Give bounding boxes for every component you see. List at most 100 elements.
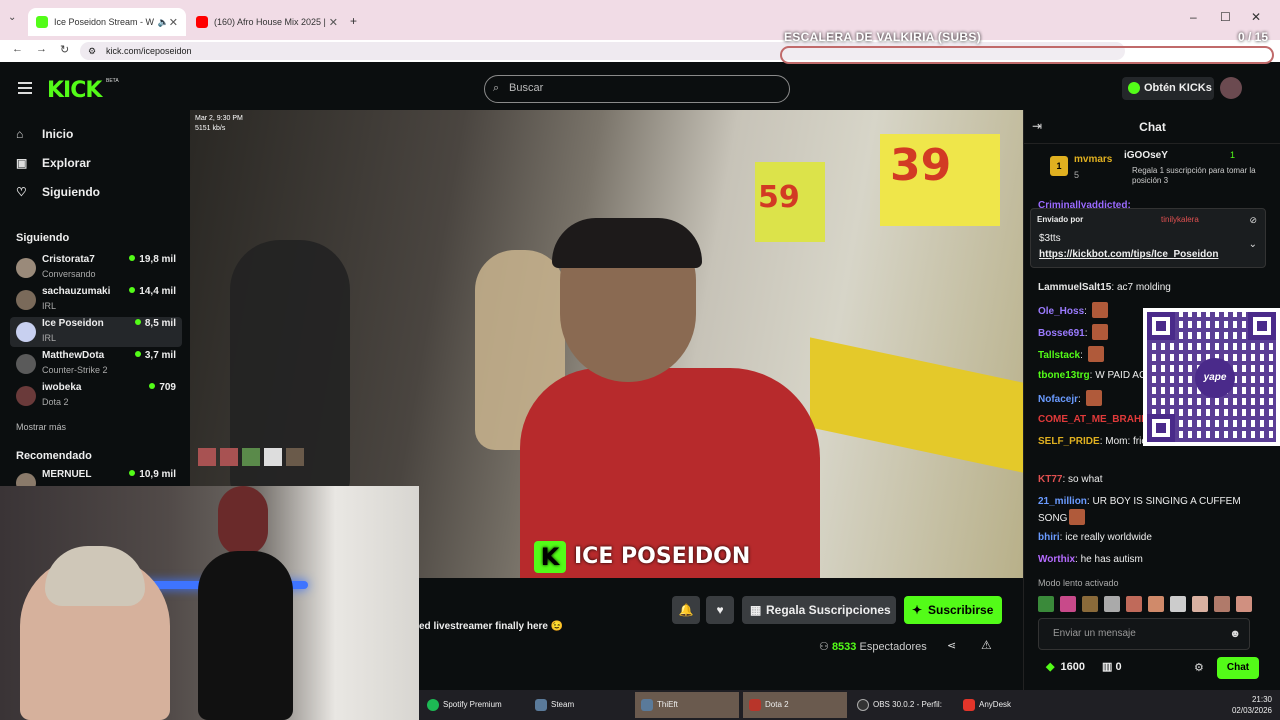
forward-icon[interactable]: → bbox=[36, 43, 47, 55]
channel-category: Conversando bbox=[42, 269, 96, 279]
top-gifter-name[interactable]: mvmars bbox=[1074, 154, 1112, 165]
subscribe-button[interactable]: ✦ Suscribirse bbox=[904, 596, 1002, 624]
taskbar-item-steam[interactable]: Steam bbox=[529, 692, 633, 718]
emote-icon bbox=[1091, 302, 1108, 318]
chat-username[interactable]: Tallstack bbox=[1038, 350, 1080, 361]
channel-item[interactable]: MatthewDota Counter-Strike 2 3,7 mil bbox=[10, 349, 182, 379]
os-taskbar: Spotify Premium Steam ThiEft Dota 2 OBS … bbox=[419, 690, 1280, 720]
hide-pin-icon[interactable]: ⊘ bbox=[1249, 215, 1257, 226]
emote-icon[interactable] bbox=[1236, 596, 1252, 612]
channel-item-selected[interactable]: Ice Poseidon IRL 8,5 mil bbox=[10, 317, 182, 347]
minimize-button[interactable]: – bbox=[1190, 10, 1197, 24]
chat-title: Chat bbox=[1139, 120, 1166, 134]
back-icon[interactable]: ← bbox=[12, 43, 23, 55]
avatar bbox=[16, 473, 36, 486]
tab-search-icon[interactable]: ⌄ bbox=[8, 12, 16, 23]
emote-icon[interactable] bbox=[1148, 596, 1164, 612]
system-clock[interactable]: 21:30 02/03/2026 bbox=[1232, 694, 1272, 716]
tab-close-icon[interactable]: ✕ bbox=[169, 16, 178, 29]
kick-logo[interactable]: KICK bbox=[47, 78, 102, 103]
emote-icon[interactable] bbox=[1060, 596, 1076, 612]
tab-youtube[interactable]: (160) Afro House Mix 2025 | Ur ✕ bbox=[188, 8, 346, 36]
home-icon: ⌂ bbox=[16, 127, 24, 141]
emote-icon bbox=[1092, 324, 1109, 340]
channel-item[interactable]: sachauzumaki IRL 14,4 mil bbox=[10, 285, 182, 315]
channel-category: Counter-Strike 2 bbox=[42, 365, 108, 375]
url-text: kick.com/iceposeidon bbox=[106, 46, 192, 56]
reload-icon[interactable]: ↻ bbox=[60, 43, 69, 56]
taskbar-item-thieft[interactable]: ThiEft bbox=[635, 692, 739, 718]
user-avatar[interactable] bbox=[1220, 77, 1242, 99]
chevron-down-icon[interactable]: ⌄ bbox=[1249, 239, 1257, 250]
chat-username[interactable]: 21_million bbox=[1038, 496, 1087, 507]
emote-icon[interactable] bbox=[1038, 596, 1054, 612]
channel-item[interactable]: Cristorata7 Conversando 19,8 mil bbox=[10, 253, 182, 283]
share-icon[interactable]: ⋖ bbox=[947, 639, 956, 652]
nav-home[interactable]: ⌂ Inicio bbox=[16, 124, 73, 144]
channel-item[interactable]: iwobeka Dota 2 709 bbox=[10, 381, 182, 411]
heart-icon: ♡ bbox=[16, 185, 27, 199]
chat-username[interactable]: bhiri bbox=[1038, 532, 1060, 543]
chat-username[interactable]: Ole_Hoss bbox=[1038, 306, 1084, 317]
show-more-link[interactable]: Mostrar más bbox=[16, 422, 66, 432]
pinned-user[interactable]: tinilykalera bbox=[1161, 215, 1199, 224]
audio-icon[interactable]: 🔈 bbox=[158, 17, 169, 28]
tab-kick[interactable]: Ice Poseidon Stream - Watc 🔈 ✕ bbox=[28, 8, 186, 36]
emoji-picker-icon[interactable]: ☻ bbox=[1229, 619, 1241, 649]
chat-separator: : bbox=[1084, 328, 1091, 339]
chat-username[interactable]: KT77 bbox=[1038, 474, 1062, 485]
notification-bell-button[interactable]: 🔔 bbox=[672, 596, 700, 624]
chat-username[interactable]: Bosse691 bbox=[1038, 328, 1085, 339]
chat-settings-icon[interactable]: ⚙ bbox=[1194, 661, 1204, 674]
emote-icon[interactable] bbox=[1104, 596, 1120, 612]
pinned-link[interactable]: https://kickbot.com/tips/Ice_Poseidon bbox=[1039, 249, 1218, 260]
nav-following[interactable]: ♡ Siguiendo bbox=[16, 182, 100, 202]
webcam-person bbox=[45, 546, 145, 606]
get-kicks-label: Obtén KICKs bbox=[1144, 82, 1212, 94]
video-metadata: Mar 2, 9:30 PM 5151 kb/s bbox=[195, 114, 243, 134]
chat-send-button[interactable]: Chat bbox=[1217, 657, 1259, 679]
chat-username[interactable]: Worthix bbox=[1038, 554, 1075, 565]
menu-icon[interactable] bbox=[18, 82, 32, 94]
emote-icon[interactable] bbox=[1082, 596, 1098, 612]
stream-info-bar: ed livestreamer finally here 😉 🔔 ♥ ▦ Reg… bbox=[419, 578, 1023, 690]
taskbar-item-spotify[interactable]: Spotify Premium bbox=[421, 692, 525, 718]
subscribe-label: Suscribirse bbox=[928, 603, 994, 617]
close-window-button[interactable]: ✕ bbox=[1251, 10, 1261, 24]
report-warning-icon[interactable]: ⚠ bbox=[981, 638, 992, 652]
emote-icon bbox=[264, 448, 282, 466]
emote-icon[interactable] bbox=[1126, 596, 1142, 612]
chat-username[interactable]: tbone13trg bbox=[1038, 370, 1090, 381]
chat-username[interactable]: SELF_PRIDE bbox=[1038, 436, 1100, 447]
emote-icon[interactable] bbox=[1170, 596, 1186, 612]
chat-username[interactable]: Nofacejr bbox=[1038, 394, 1078, 405]
search-input[interactable]: ⌕ Buscar bbox=[484, 75, 790, 103]
emote-icon[interactable] bbox=[1192, 596, 1208, 612]
taskbar-item-anydesk[interactable]: AnyDesk bbox=[957, 692, 1061, 718]
emote-icon[interactable] bbox=[1214, 596, 1230, 612]
taskbar-item-dota[interactable]: Dota 2 bbox=[743, 692, 847, 718]
gift-subs-label: Regala Suscripciones bbox=[766, 603, 891, 617]
gifter-name[interactable]: iGOOseY bbox=[1124, 150, 1168, 161]
heart-icon: ♥ bbox=[716, 603, 724, 617]
follow-heart-button[interactable]: ♥ bbox=[706, 596, 734, 624]
new-tab-button[interactable]: + bbox=[350, 14, 357, 28]
tab-close-icon[interactable]: ✕ bbox=[329, 16, 338, 29]
channel-item[interactable]: MERNUEL 10,9 mil bbox=[10, 468, 182, 486]
chat-username[interactable]: COME_AT_ME_BRAHH bbox=[1038, 414, 1148, 425]
chat-message-input[interactable]: Enviar un mensaje ☻ bbox=[1038, 618, 1250, 650]
slow-mode-notice: Modo lento activado bbox=[1038, 578, 1119, 588]
channel-viewers: 3,7 mil bbox=[135, 350, 176, 361]
gift-count[interactable]: ▥ 0 bbox=[1102, 660, 1122, 673]
viewer-count-value: 8533 bbox=[831, 641, 857, 653]
site-info-icon[interactable]: ⚙ bbox=[88, 42, 96, 60]
maximize-button[interactable]: ☐ bbox=[1220, 10, 1231, 24]
sidebar: ⌂ Inicio ▣ Explorar ♡ Siguiendo Siguiend… bbox=[0, 110, 190, 486]
chat-username[interactable]: LammuelSalt15 bbox=[1038, 282, 1111, 293]
taskbar-item-obs[interactable]: OBS 30.0.2 - Perfil: bbox=[851, 692, 955, 718]
gift-subs-button[interactable]: ▦ Regala Suscripciones bbox=[742, 596, 896, 624]
get-kicks-button[interactable]: Obtén KICKs bbox=[1122, 77, 1214, 100]
qr-code-overlay: yape bbox=[1143, 308, 1280, 446]
channel-points[interactable]: ◆ 1600 bbox=[1046, 660, 1085, 673]
nav-explore[interactable]: ▣ Explorar bbox=[16, 153, 91, 173]
